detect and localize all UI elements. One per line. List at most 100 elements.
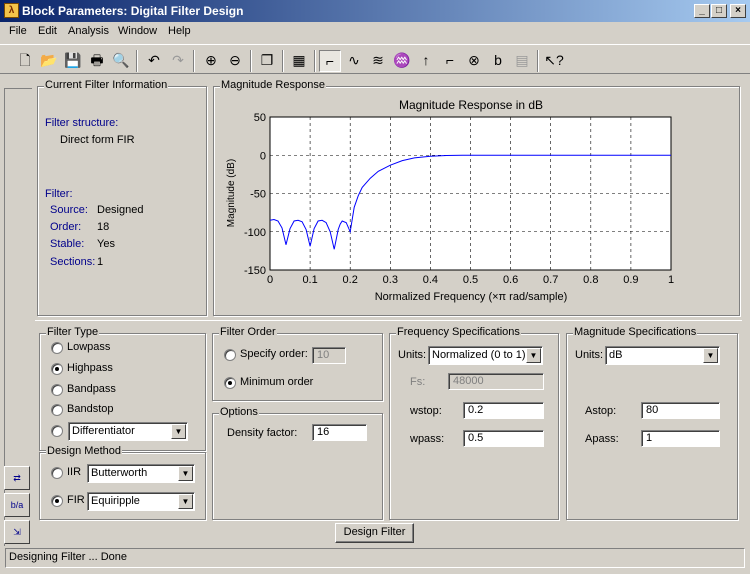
magnitude-response-plot[interactable]: Magnitude Response in dB 0 0.1 0.2 0.3 0.4 0.… [214,87,734,312]
group-title: Frequency Specifications [396,326,521,338]
close-button[interactable]: × [730,4,746,18]
magnitude-response-icon[interactable]: ⌐ [319,50,341,72]
menu-file[interactable]: File [9,25,27,37]
current-filter-info-group: Current Filter Information Filter struct… [37,79,207,316]
freq-units-select[interactable]: Normalized (0 to 1) ▼ [428,346,543,365]
structure-value: Direct form FIR [60,134,135,146]
magnitude-phase-icon[interactable]: ≋ [367,50,389,72]
chevron-down-icon[interactable]: ▼ [526,348,541,363]
bandpass-radio[interactable] [51,384,63,396]
wpass-input[interactable]: 0.5 [463,430,544,447]
order-input[interactable]: 10 [312,347,346,364]
filter-label: Filter: [45,188,73,200]
group-delay-icon[interactable]: ♒ [391,50,413,72]
toolbar-separator [537,50,539,72]
iir-radio[interactable] [51,467,63,479]
mag-units-label: Units: [575,349,604,361]
options-group: Options Density factor: 16 [212,406,383,520]
fir-method-select[interactable]: Equiripple ▼ [87,492,195,511]
import-filter-panel-icon[interactable]: b/a [4,493,30,517]
new-window-icon[interactable]: ❐ [256,50,278,72]
x-tick-label: 0.2 [343,274,358,286]
other-type-select[interactable]: Differentiator ▼ [68,422,188,441]
chevron-down-icon[interactable]: ▼ [178,494,193,509]
fs-input[interactable]: 48000 [448,373,544,390]
bandstop-radio[interactable] [51,404,63,416]
design-method-group: Design Method IIR Butterworth ▼ FIR Equi… [39,445,206,520]
density-factor-input[interactable]: 16 [312,424,367,441]
stable-label: Stable: [50,238,85,250]
chevron-down-icon[interactable]: ▼ [171,424,186,439]
y-tick-label: -100 [244,227,266,239]
whats-this-icon[interactable]: ↖? [543,50,565,72]
undo-icon[interactable]: ↶ [143,50,165,72]
y-tick-label: -150 [244,265,266,277]
impulse-response-icon[interactable]: ↑ [415,50,437,72]
redo-icon[interactable]: ↷ [167,50,189,72]
toolbar-separator [314,50,316,72]
density-factor-label: Density factor: [227,427,298,439]
fir-radio[interactable] [51,495,63,507]
coefficients-icon[interactable]: b [487,50,509,72]
wstop-input[interactable]: 0.2 [463,402,544,419]
status-text: Designing Filter ... Done [9,551,127,563]
zoom-in-icon[interactable]: ⊕ [200,50,222,72]
save-icon[interactable]: 💾 [62,50,84,72]
pole-zero-icon[interactable]: ⊗ [463,50,485,72]
astop-label: Astop: [585,405,617,417]
sections-label: Sections: [50,256,96,268]
menu-help[interactable]: Help [168,25,191,37]
lowpass-label: Lowpass [67,341,111,353]
group-title: Filter Order [219,326,277,338]
highpass-radio[interactable] [51,363,63,375]
lowpass-radio[interactable] [51,342,63,354]
apass-input[interactable]: 1 [641,430,720,447]
phase-response-icon[interactable]: ∿ [343,50,365,72]
toolbar-separator [250,50,252,72]
x-tick-label: 0 [267,274,273,286]
group-title: Magnitude Specifications [573,326,698,338]
menu-bar: File Edit Analysis Window Help [0,22,750,42]
chevron-down-icon[interactable]: ▼ [703,348,718,363]
zoom-out-icon[interactable]: ⊖ [224,50,246,72]
astop-input[interactable]: 80 [641,402,720,419]
full-view-icon[interactable]: ▦ [288,50,310,72]
toolbar: 🗋 📂 💾 🖶 🔍 ↶ ↷ ⊕ ⊖ ❐ ▦ ⌐ ∿ ≋ ♒ ↑ ⌐ ⊗ b ▤ … [0,44,750,74]
structure-label: Filter structure: [45,117,119,129]
order-value: 18 [97,221,110,233]
filter-info-icon[interactable]: ▤ [511,50,533,72]
specify-order-label: Specify order: [240,348,308,360]
y-axis-label: Magnitude (dB) [226,159,237,227]
bandpass-label: Bandpass [67,383,116,395]
source-value: Designed [97,204,144,216]
minimum-order-radio[interactable] [224,377,236,389]
group-title: Design Method [46,445,122,457]
specify-order-radio[interactable] [224,349,236,361]
other-type-radio[interactable] [51,425,63,437]
menu-window[interactable]: Window [118,25,157,37]
wpass-label: wpass: [410,433,445,445]
stable-value: Yes [97,238,115,250]
design-filter-button[interactable]: Design Filter [335,523,414,543]
step-response-icon[interactable]: ⌐ [439,50,461,72]
chevron-down-icon[interactable]: ▼ [178,466,193,481]
menu-analysis[interactable]: Analysis [68,25,109,37]
convert-structure-icon[interactable]: ⇲ [4,520,30,544]
x-tick-label: 0.5 [463,274,478,286]
minimize-button[interactable]: _ [694,4,710,18]
new-file-icon[interactable]: 🗋 [14,50,36,72]
print-preview-icon[interactable]: 🔍 [110,50,132,72]
highpass-label: Highpass [67,362,113,374]
source-label: Source: [50,204,88,216]
print-icon[interactable]: 🖶 [86,50,108,72]
frequency-specifications-group: Frequency Specifications Units: Normaliz… [389,326,559,520]
toolbar-separator [136,50,138,72]
open-folder-icon[interactable]: 📂 [38,50,60,72]
iir-method-select[interactable]: Butterworth ▼ [87,464,195,483]
title-bar: λ Block Parameters: Digital Filter Desig… [0,0,750,22]
menu-edit[interactable]: Edit [38,25,57,37]
x-tick-label: 0.8 [583,274,598,286]
mag-units-select[interactable]: dB ▼ [605,346,720,365]
design-filter-panel-icon[interactable]: ⇄ [4,466,30,490]
maximize-button[interactable]: □ [711,4,727,18]
